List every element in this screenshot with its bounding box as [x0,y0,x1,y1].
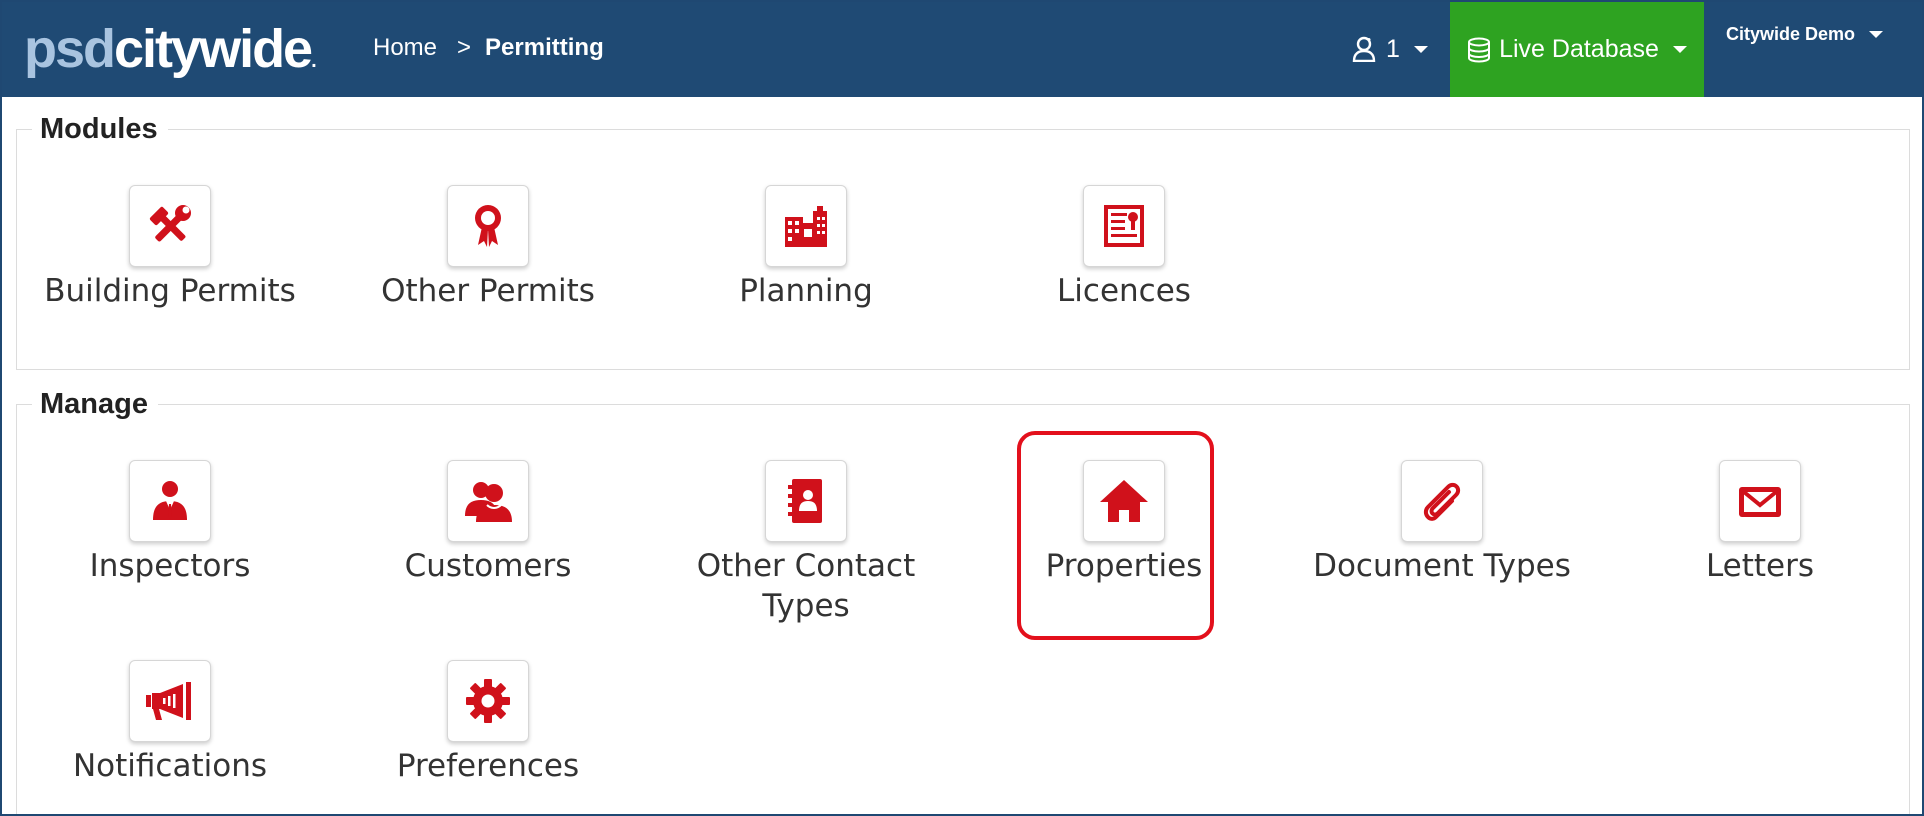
window-frame [0,0,1924,816]
